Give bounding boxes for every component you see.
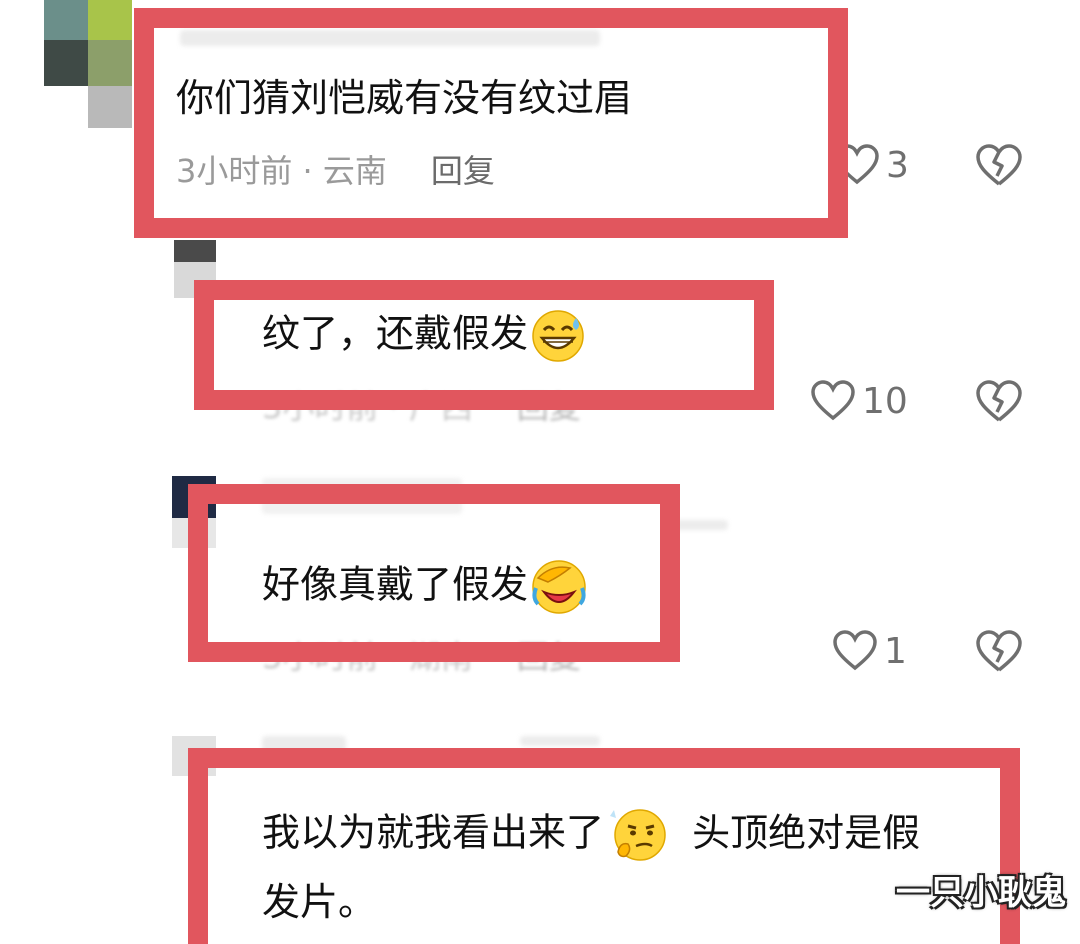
heart-icon (811, 380, 855, 421)
highlight-box-1 (134, 8, 848, 238)
comment-2-like-button[interactable]: 10 (810, 380, 908, 422)
broken-heart-icon[interactable] (975, 630, 1023, 674)
comment-3-like-button[interactable]: 1 (832, 630, 907, 672)
broken-heart-icon[interactable] (975, 144, 1023, 188)
heart-icon (833, 630, 877, 671)
comment-2-like-count: 10 (862, 380, 908, 422)
broken-heart-icon[interactable] (975, 380, 1023, 424)
username-4-blurred-2 (520, 736, 600, 746)
comment-1-like-count: 3 (886, 144, 909, 186)
watermark: 一只小耿鬼 (896, 873, 1066, 913)
highlight-box-3 (188, 484, 680, 662)
comment-3-like-count: 1 (884, 630, 907, 672)
highlight-box-2 (194, 280, 774, 410)
highlight-box-4 (188, 748, 1020, 944)
